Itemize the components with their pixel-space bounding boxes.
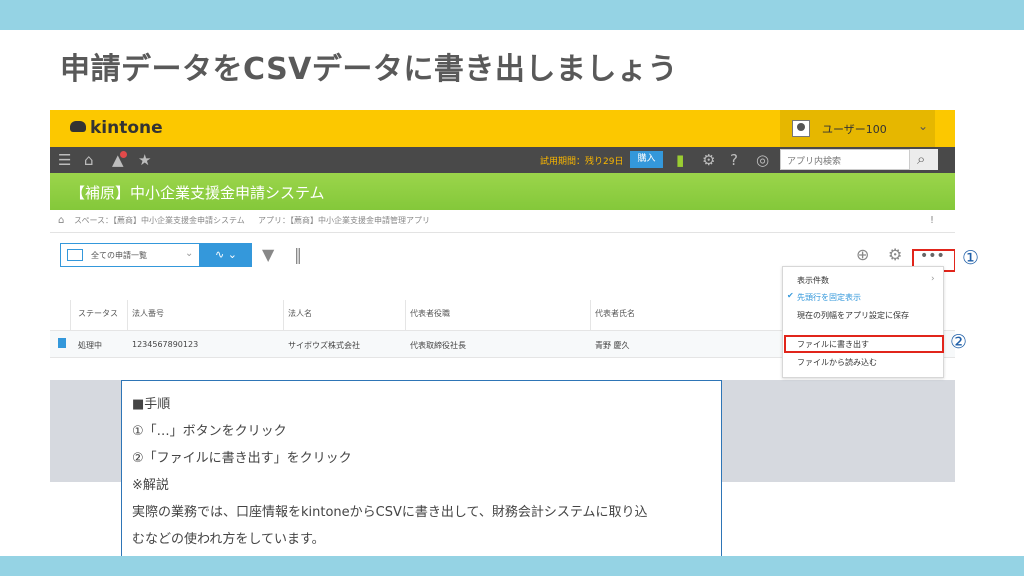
breadcrumb-space[interactable]: スペース：【薦商】中小企業支援金申請システム [74, 215, 245, 226]
graph-icon: ∿ ⌄ [215, 248, 237, 261]
note-line: 実際の業務では、口座情報をkintoneからCSVに書き出して、財務会計システム… [132, 505, 648, 520]
note-line: ※解説 [132, 478, 169, 493]
view-select-label: 全ての申請一覧 [91, 251, 147, 260]
chevron-down-icon: ⌄ [185, 248, 194, 259]
user-name: ユーザー100 [822, 123, 887, 136]
help-icon[interactable]: ? [730, 151, 738, 169]
bar-chart-icon[interactable]: ‖ [294, 245, 302, 264]
view-select[interactable]: 全ての申請一覧 ⌄ [60, 243, 200, 267]
note-line: ②「ファイルに書き出す」をクリック [132, 451, 352, 466]
graph-button[interactable]: ∿ ⌄ [200, 243, 252, 267]
menu-item-display-count[interactable]: 表示件数 [797, 275, 829, 286]
breadcrumb-app[interactable]: アプリ：【薦商】中小企業支援金申請管理アプリ [258, 215, 430, 226]
cell-rep-name: 青野 慶久 [595, 341, 630, 350]
callout-2: ② [950, 331, 968, 353]
more-options-menu: 表示件数 › ✔ 先頭行を固定表示 現在の列幅をアプリ設定に保存 ファイルに書き… [782, 266, 944, 378]
highlight-export-item [784, 335, 944, 353]
app-search-input[interactable]: アプリ内検索 [780, 149, 910, 170]
home-icon[interactable]: ⌂ [58, 215, 64, 226]
chevron-right-icon: › [931, 274, 935, 284]
trial-period: 試用期間：残り29日 [540, 157, 624, 167]
menu-icon[interactable]: ☰ [58, 151, 71, 169]
search-button[interactable]: ⌕ [910, 149, 938, 170]
record-detail-icon[interactable] [58, 338, 66, 348]
star-icon[interactable]: ★ [138, 151, 151, 169]
column-header-rep-name[interactable]: 代表者氏名 [595, 308, 635, 319]
column-header-status[interactable]: ステータス [78, 308, 118, 319]
instruction-note: ■手順 ①「…」ボタンをクリック ②「ファイルに書き出す」をクリック ※解説 実… [121, 380, 722, 566]
callout-1: ① [962, 247, 980, 269]
check-icon: ✔ [787, 291, 794, 300]
notification-badge [120, 151, 127, 158]
guide-icon[interactable]: ▮ [676, 151, 684, 169]
kintone-logo[interactable]: kintone [70, 118, 163, 138]
add-record-icon[interactable]: ⊕ [856, 245, 869, 264]
note-line: ■手順 [132, 397, 171, 412]
gear-icon[interactable]: ⚙ [702, 151, 715, 169]
cell-corp-name: サイボウズ株式会社 [288, 341, 360, 350]
avatar [792, 120, 810, 137]
cell-status: 処理中 [78, 341, 102, 350]
slide-title: 申請データをCSVデータに書き出しましょう [60, 52, 678, 87]
buy-button[interactable]: 購入 [630, 151, 663, 168]
info-icon[interactable]: ! [930, 215, 934, 226]
filter-icon[interactable]: ▼ [262, 245, 274, 264]
global-nav: ☰ ⌂ ▲ ★ 試用期間：残り29日 購入 ▮ ⚙ ? ◎ アプリ内検索 ⌕ [50, 147, 955, 173]
app-title: 【補原】中小企業支援金申請システム [70, 184, 325, 202]
menu-item-import-file[interactable]: ファイルから読み込む [797, 357, 877, 368]
cell-corp-number: 1234567890123 [132, 340, 199, 349]
app-title-bar: 【補原】中小企業支援金申請システム [50, 173, 955, 210]
logo-icon [70, 121, 86, 132]
column-header-corp-number[interactable]: 法人番号 [132, 308, 164, 319]
column-header-rep-title[interactable]: 代表者役職 [410, 308, 450, 319]
home-icon[interactable]: ⌂ [84, 151, 94, 169]
bottom-band [0, 556, 1024, 576]
list-view-icon [67, 249, 83, 261]
note-line: むなどの使われ方をしています。 [132, 532, 325, 547]
user-menu[interactable]: ユーザー100 ⌄ [780, 110, 935, 147]
gear-icon[interactable]: ⚙ [888, 245, 902, 264]
menu-item-freeze-header[interactable]: 先頭行を固定表示 [797, 292, 861, 303]
note-line: ①「…」ボタンをクリック [132, 424, 287, 439]
column-header-corp-name[interactable]: 法人名 [288, 308, 312, 319]
app-header: kintone ユーザー100 ⌄ [50, 110, 955, 147]
cell-rep-title: 代表取締役社長 [410, 341, 466, 350]
apps-icon[interactable]: ◎ [756, 151, 769, 169]
search-icon: ⌕ [917, 150, 926, 168]
menu-item-save-column-width[interactable]: 現在の列幅をアプリ設定に保存 [797, 310, 909, 321]
top-band [0, 0, 1024, 30]
chevron-down-icon: ⌄ [918, 119, 929, 133]
breadcrumb: ⌂ スペース：【薦商】中小企業支援金申請システム アプリ：【薦商】中小企業支援金… [50, 210, 955, 233]
